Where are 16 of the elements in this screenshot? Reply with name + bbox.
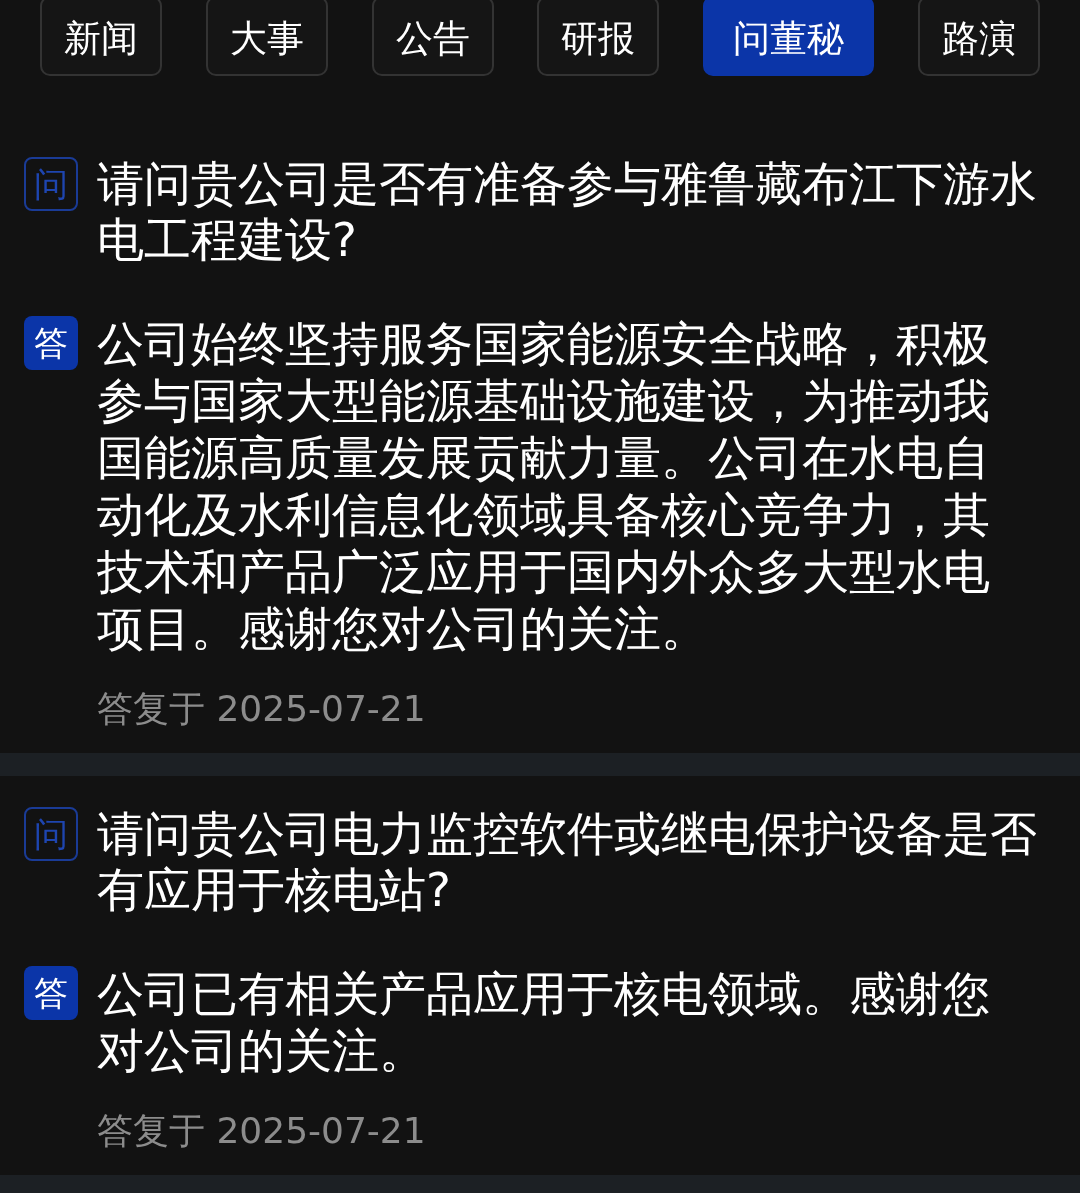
- answer-badge: 答: [24, 316, 78, 370]
- answer-text: 公司始终坚持服务国家能源安全战略，积极参与国家大型能源基础设施建设，为推动我国能源高质量发展贡献力量。公司在水电自动化及水利信息化领域具备核心竞争力，其技术和产品广泛应用于国内外众多大型水电项目。感谢您对公司的关注。: [97, 315, 991, 657]
- tab[interactable]: 新闻: [40, 0, 162, 76]
- question-text: 请问贵公司电力监控软件或继电保护设备是否有应用于核电站?: [97, 806, 1038, 918]
- tab[interactable]: 研报: [537, 0, 660, 76]
- tab[interactable]: 问董秘: [703, 0, 875, 76]
- reply-date: 答复于 2025-07-21: [97, 687, 427, 731]
- reply-date: 答复于 2025-07-21: [97, 1109, 427, 1153]
- question-badge: 问: [24, 807, 78, 861]
- tab[interactable]: 大事: [205, 0, 328, 76]
- answer-badge: 答: [24, 966, 78, 1020]
- answer-text: 公司已有相关产品应用于核电领域。感谢您对公司的关注。: [97, 965, 991, 1079]
- question-text: 请问贵公司是否有准备参与雅鲁藏布江下游水电工程建设?: [97, 156, 1038, 268]
- tab[interactable]: 路演: [918, 0, 1040, 76]
- tab[interactable]: 公告: [371, 0, 494, 76]
- question-badge: 问: [24, 157, 78, 211]
